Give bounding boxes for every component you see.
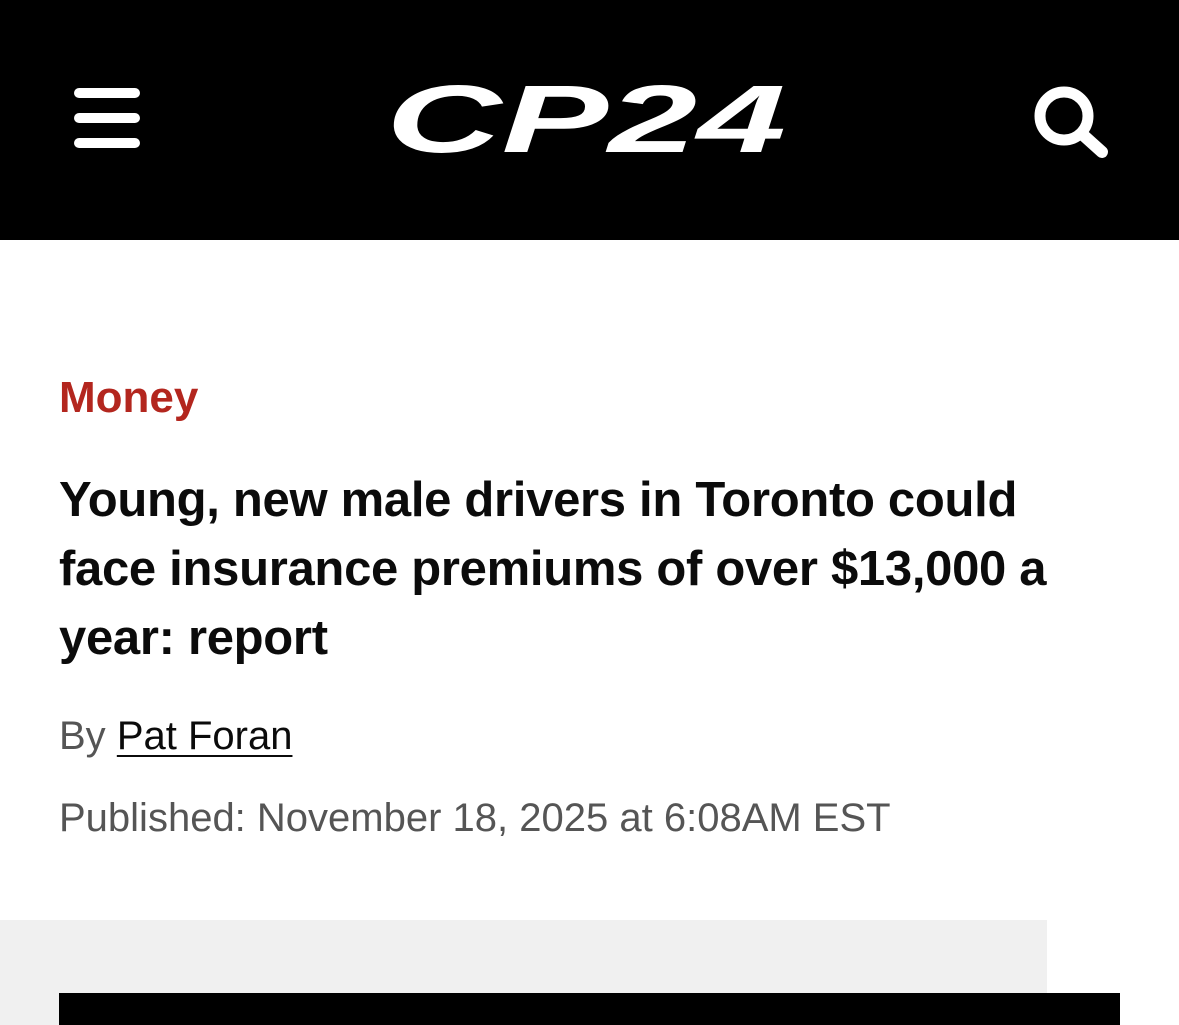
search-icon [1034, 86, 1108, 158]
byline-prefix: By [59, 714, 106, 758]
video-player[interactable] [59, 993, 1120, 1025]
logo-text: CP24 [386, 80, 786, 160]
published-date: Published: November 18, 2025 at 6:08AM E… [59, 793, 1139, 843]
article-header: Money Young, new male drivers in Toronto… [59, 370, 1139, 843]
author-link[interactable]: Pat Foran [117, 714, 293, 758]
search-button[interactable] [1022, 76, 1122, 166]
hamburger-menu-icon [74, 88, 140, 148]
category-link[interactable]: Money [59, 370, 198, 426]
article-headline: Young, new male drivers in Toronto could… [59, 473, 1047, 665]
menu-button[interactable] [60, 72, 156, 162]
published-value: November 18, 2025 at 6:08AM EST [256, 796, 891, 840]
cp24-logo[interactable]: CP24 [386, 80, 796, 160]
byline: By Pat Foran [59, 711, 1139, 761]
site-header: CP24 [0, 0, 1179, 240]
published-label: Published: [59, 796, 246, 840]
